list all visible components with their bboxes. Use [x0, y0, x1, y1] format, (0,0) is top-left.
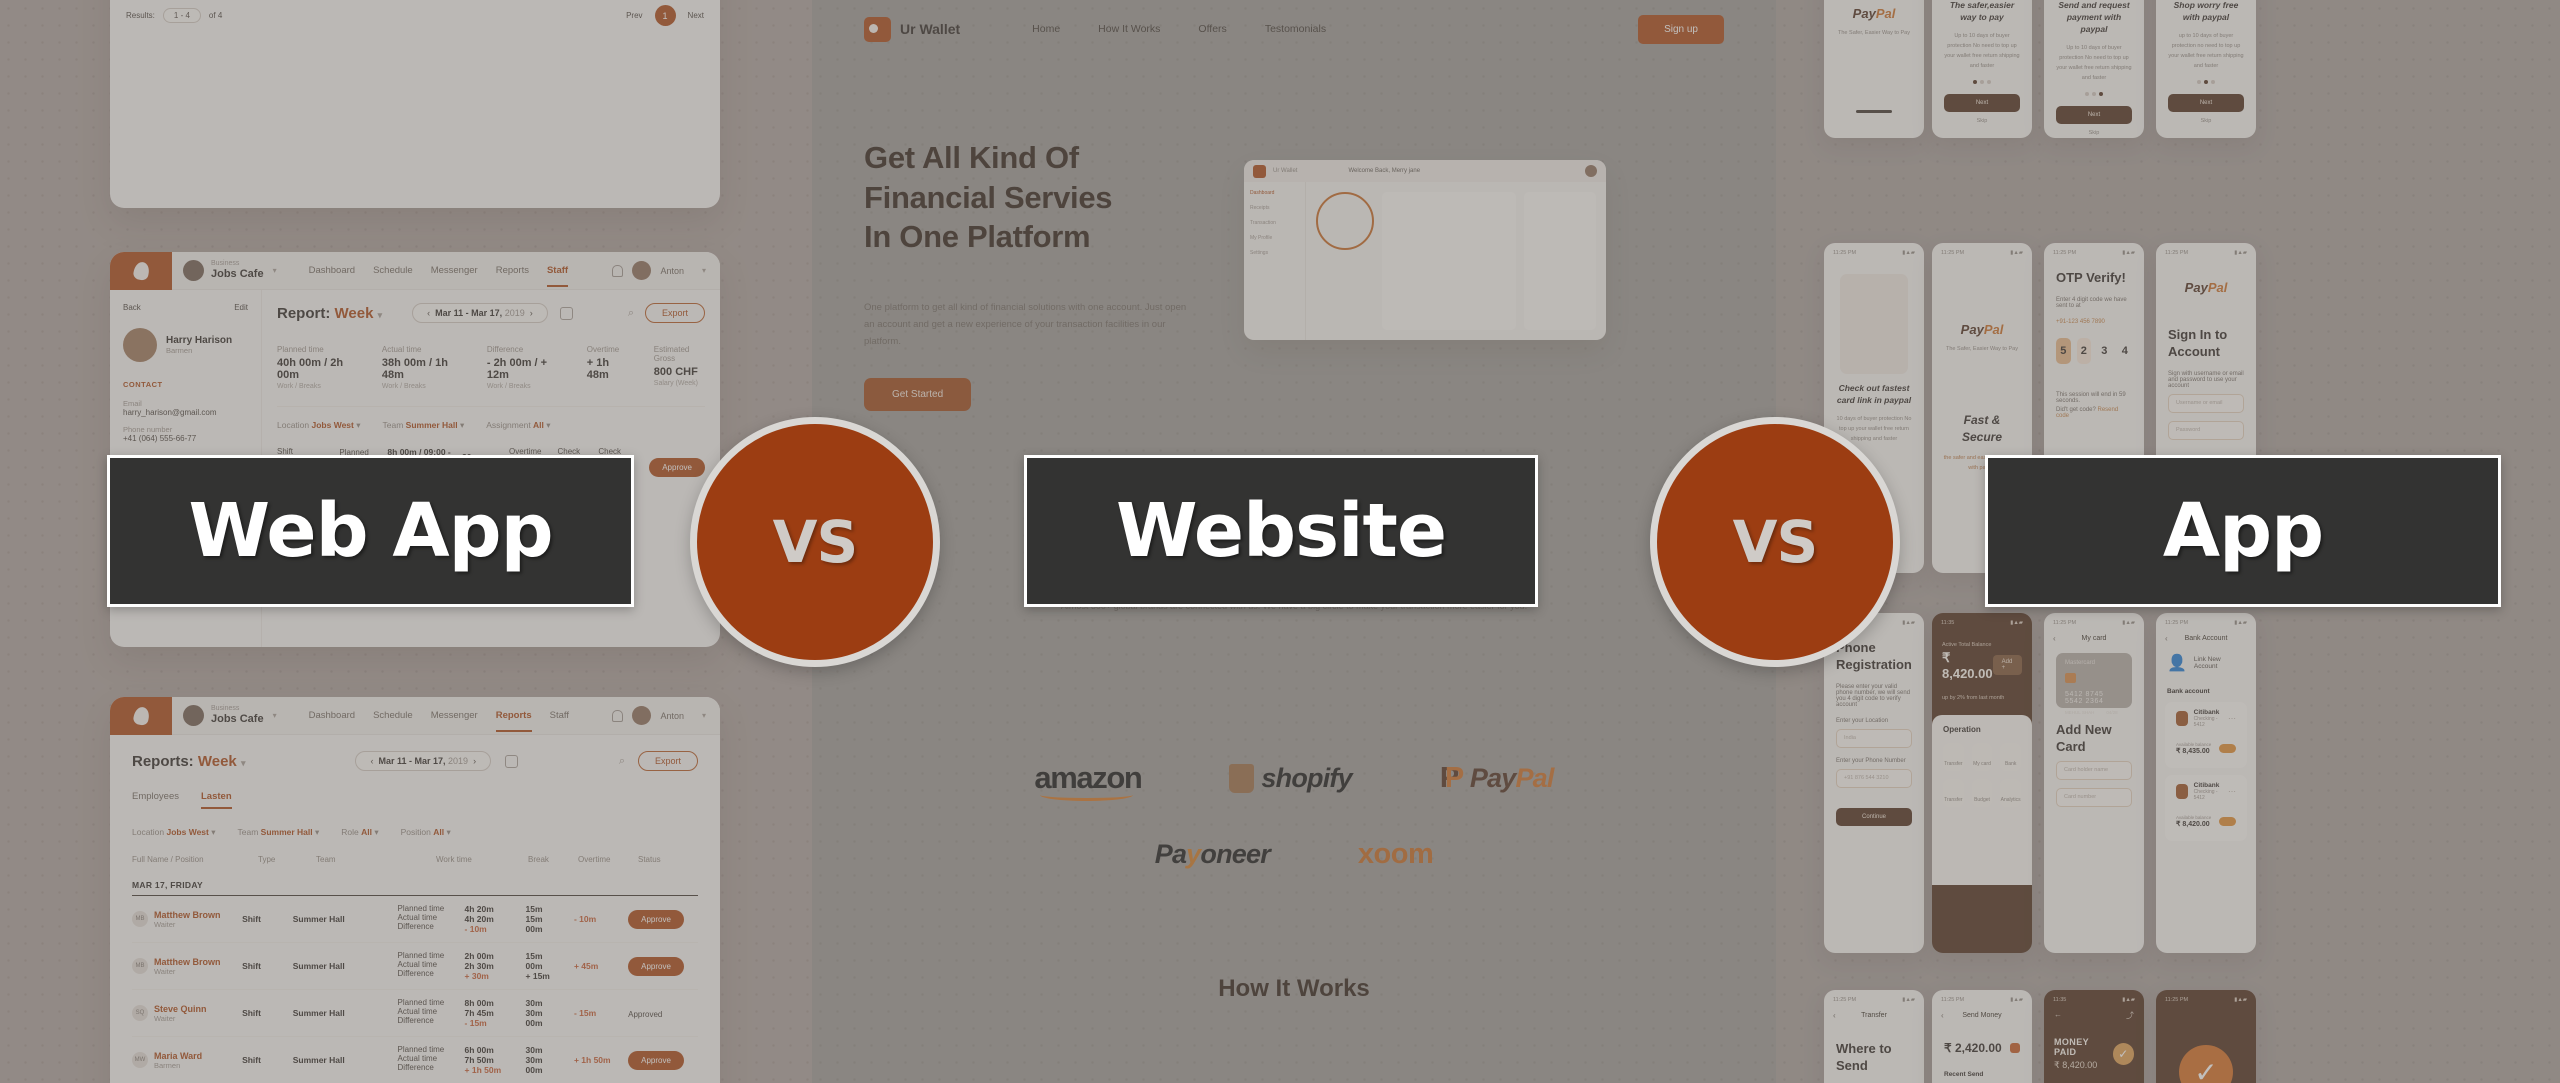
label-website: Website — [1024, 455, 1538, 607]
label-app: App — [1985, 455, 2501, 607]
label-app-text: App — [2162, 488, 2324, 574]
label-website-text: Website — [1115, 488, 1447, 574]
label-web-app: Web App — [107, 455, 634, 607]
vs-badge-left-text: VS — [772, 508, 859, 576]
vs-badge-right: VS — [1650, 417, 1900, 667]
label-web-app-text: Web App — [188, 488, 553, 574]
comparison-collage: SQSteve QuinnWaiterFixed - 100%1 ⚠Summer… — [0, 0, 2560, 1083]
vs-badge-right-text: VS — [1732, 508, 1819, 576]
vs-badge-left: VS — [690, 417, 940, 667]
